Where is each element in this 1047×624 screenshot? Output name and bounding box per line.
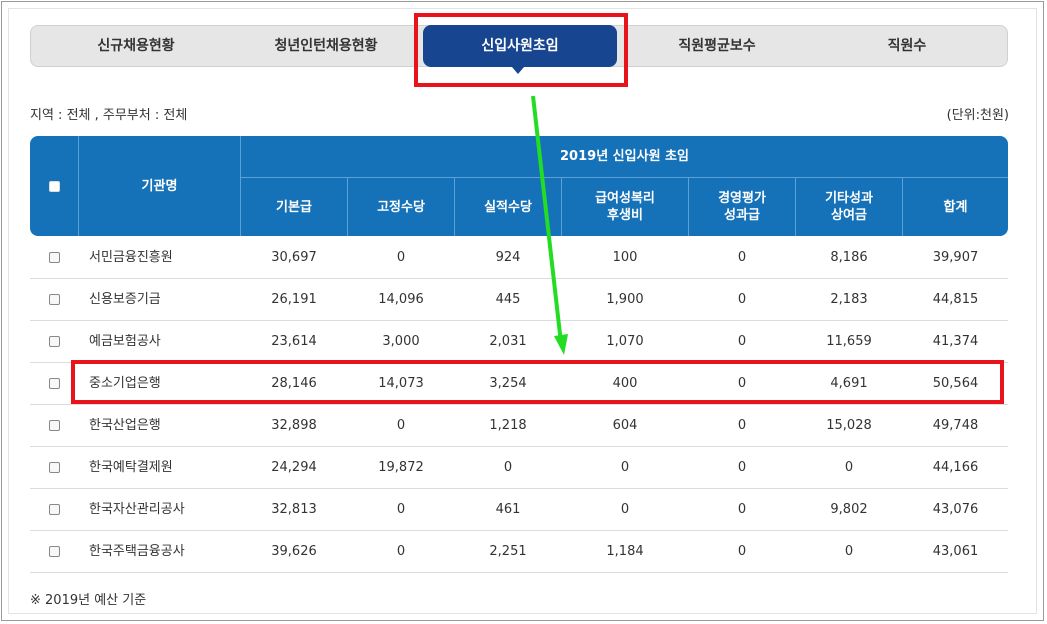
cell-performance-allowance: 2,251 xyxy=(489,544,527,559)
cell-other-bonus: 0 xyxy=(844,460,854,475)
row-checkbox-cell xyxy=(30,405,78,446)
cell-fixed-allowance: 0 xyxy=(396,418,406,433)
row-checkbox-cell xyxy=(30,489,78,530)
row-checkbox-cell xyxy=(30,237,78,278)
row-checkbox-cell xyxy=(30,279,78,320)
tab-highlight-box xyxy=(414,13,628,87)
cell-mgmt-eval-bonus: 0 xyxy=(737,292,747,307)
tab-employee-count[interactable]: 직원수 xyxy=(817,26,997,66)
cell-fixed-allowance: 0 xyxy=(396,250,406,265)
cell-performance-allowance: 461 xyxy=(495,502,521,517)
cell-mgmt-eval-bonus: 0 xyxy=(737,502,747,517)
row-checkbox-cell xyxy=(30,531,78,572)
tab-average-pay[interactable]: 직원평균보수 xyxy=(627,26,807,66)
row-highlight-box xyxy=(71,360,1004,404)
cell-other-bonus: 11,659 xyxy=(826,334,872,349)
cell-welfare: 100 xyxy=(612,250,638,265)
cell-total: 44,815 xyxy=(932,292,979,307)
cell-performance-allowance: 924 xyxy=(495,250,521,265)
header-mgmt-eval-bonus: 경영평가 성과급 xyxy=(718,191,766,223)
institution-name: 한국주택금융공사 xyxy=(89,544,185,559)
row-checkbox-cell xyxy=(30,447,78,488)
tab-new-hiring[interactable]: 신규채용현황 xyxy=(51,26,221,66)
row-checkbox[interactable] xyxy=(48,378,60,389)
institution-name: 한국산업은행 xyxy=(89,418,161,433)
cell-mgmt-eval-bonus: 0 xyxy=(737,250,747,265)
table-row: 한국산업은행 32,898 0 1,218 604 0 15,028 49,748 xyxy=(30,405,1008,447)
row-checkbox[interactable] xyxy=(48,462,60,473)
cell-base-pay: 23,614 xyxy=(271,334,317,349)
institution-name: 한국예탁결제원 xyxy=(89,460,173,475)
cell-mgmt-eval-bonus: 0 xyxy=(737,544,747,559)
cell-welfare: 1,070 xyxy=(606,334,644,349)
cell-other-bonus: 9,802 xyxy=(830,502,868,517)
table-row: 한국예탁결제원 24,294 19,872 0 0 0 0 44,166 xyxy=(30,447,1008,489)
cell-fixed-allowance: 0 xyxy=(396,544,406,559)
cell-welfare: 604 xyxy=(612,418,638,433)
table-row: 예금보험공사 23,614 3,000 2,031 1,070 0 11,659 41,374 xyxy=(30,321,1008,363)
cell-fixed-allowance: 19,872 xyxy=(378,460,424,475)
cell-base-pay: 39,626 xyxy=(271,544,317,559)
cell-other-bonus: 0 xyxy=(844,544,854,559)
unit-label: (단위:천원) xyxy=(946,108,1009,123)
cell-fixed-allowance: 0 xyxy=(396,502,406,517)
cell-base-pay: 32,898 xyxy=(271,418,317,433)
table-row: 한국자산관리공사 32,813 0 461 0 0 9,802 43,076 xyxy=(30,489,1008,531)
cell-performance-allowance: 1,218 xyxy=(489,418,527,433)
cell-other-bonus: 8,186 xyxy=(830,250,868,265)
cell-performance-allowance: 2,031 xyxy=(489,334,527,349)
table-row: 신용보증기금 26,191 14,096 445 1,900 0 2,183 44,815 xyxy=(30,279,1008,321)
cell-mgmt-eval-bonus: 0 xyxy=(737,418,747,433)
table-row: 서민금융진흥원 30,697 0 924 100 0 8,186 39,907 xyxy=(30,237,1008,279)
header-performance-allowance: 실적수당 xyxy=(484,199,532,215)
institution-name: 서민금융진흥원 xyxy=(89,250,173,265)
row-checkbox[interactable] xyxy=(48,504,60,515)
cell-fixed-allowance: 14,096 xyxy=(378,292,424,307)
cell-performance-allowance: 445 xyxy=(495,292,521,307)
institution-name: 신용보증기금 xyxy=(89,292,161,307)
header-welfare: 급여성복리 후생비 xyxy=(595,191,655,223)
row-checkbox[interactable] xyxy=(48,546,60,557)
cell-base-pay: 32,813 xyxy=(271,502,317,517)
footnote: ※ 2019년 예산 기준 xyxy=(30,593,147,608)
row-checkbox[interactable] xyxy=(48,252,60,263)
tab-youth-intern[interactable]: 청년인턴채용현황 xyxy=(231,26,421,66)
header-total: 합계 xyxy=(943,199,968,215)
cell-total: 43,076 xyxy=(932,502,979,517)
table-row: 한국주택금융공사 39,626 0 2,251 1,184 0 0 43,061 xyxy=(30,531,1008,573)
cell-base-pay: 24,294 xyxy=(271,460,317,475)
header-fixed-allowance: 고정수당 xyxy=(377,199,425,215)
cell-fixed-allowance: 3,000 xyxy=(382,334,420,349)
table-header: 기관명 2019년 신입사원 초임 기본급 고정수당 실적수당 급여성복리 후생… xyxy=(30,136,1008,236)
cell-total: 39,907 xyxy=(932,250,979,265)
select-all-cell xyxy=(30,136,78,236)
cell-total: 44,166 xyxy=(932,460,979,475)
cell-mgmt-eval-bonus: 0 xyxy=(737,334,747,349)
institution-name: 한국자산관리공사 xyxy=(89,502,185,517)
cell-total: 43,061 xyxy=(932,544,979,559)
row-checkbox[interactable] xyxy=(48,336,60,347)
cell-total: 41,374 xyxy=(932,334,979,349)
cell-welfare: 1,900 xyxy=(606,292,644,307)
row-checkbox-cell xyxy=(30,321,78,362)
header-group-2019: 2019년 신입사원 초임 xyxy=(560,149,689,164)
filter-summary: 지역 : 전체 , 주무부처 : 전체 xyxy=(30,108,188,123)
cell-welfare: 1,184 xyxy=(606,544,644,559)
cell-welfare: 0 xyxy=(620,502,630,517)
cell-other-bonus: 15,028 xyxy=(826,418,872,433)
row-checkbox[interactable] xyxy=(48,420,60,431)
row-checkbox[interactable] xyxy=(48,294,60,305)
cell-total: 49,748 xyxy=(932,418,979,433)
institution-name: 예금보험공사 xyxy=(89,334,161,349)
header-institution-name: 기관명 xyxy=(141,178,178,194)
header-base-pay: 기본급 xyxy=(276,199,312,215)
header-other-bonus: 기타성과 상여금 xyxy=(825,191,873,223)
cell-mgmt-eval-bonus: 0 xyxy=(737,460,747,475)
select-all-checkbox[interactable] xyxy=(48,180,60,192)
cell-base-pay: 26,191 xyxy=(271,292,317,307)
cell-other-bonus: 2,183 xyxy=(830,292,868,307)
cell-welfare: 0 xyxy=(620,460,630,475)
cell-base-pay: 30,697 xyxy=(271,250,317,265)
cell-performance-allowance: 0 xyxy=(503,460,513,475)
